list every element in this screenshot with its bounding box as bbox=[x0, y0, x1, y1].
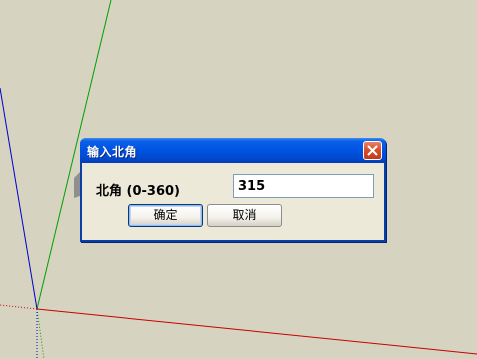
dialog-titlebar[interactable]: 输入北角 bbox=[80, 138, 386, 163]
dialog-title: 输入北角 bbox=[87, 145, 138, 159]
ok-button[interactable]: 确定 bbox=[128, 204, 203, 227]
red-axis-negative bbox=[0, 304, 38, 310]
red-axis bbox=[36, 308, 477, 355]
blue-axis bbox=[0, 87, 38, 310]
cancel-button[interactable]: 取消 bbox=[207, 204, 282, 227]
close-icon bbox=[367, 145, 378, 156]
north-angle-label: 北角 (0-360) bbox=[96, 184, 180, 199]
green-axis-negative bbox=[36, 308, 45, 359]
north-angle-input[interactable] bbox=[233, 174, 374, 198]
sketchup-viewport[interactable]: 输入北角 北角 (0-360) 确定 取消 bbox=[0, 0, 477, 359]
north-angle-dialog: 输入北角 北角 (0-360) 确定 取消 bbox=[80, 138, 386, 242]
close-button[interactable] bbox=[363, 141, 382, 160]
